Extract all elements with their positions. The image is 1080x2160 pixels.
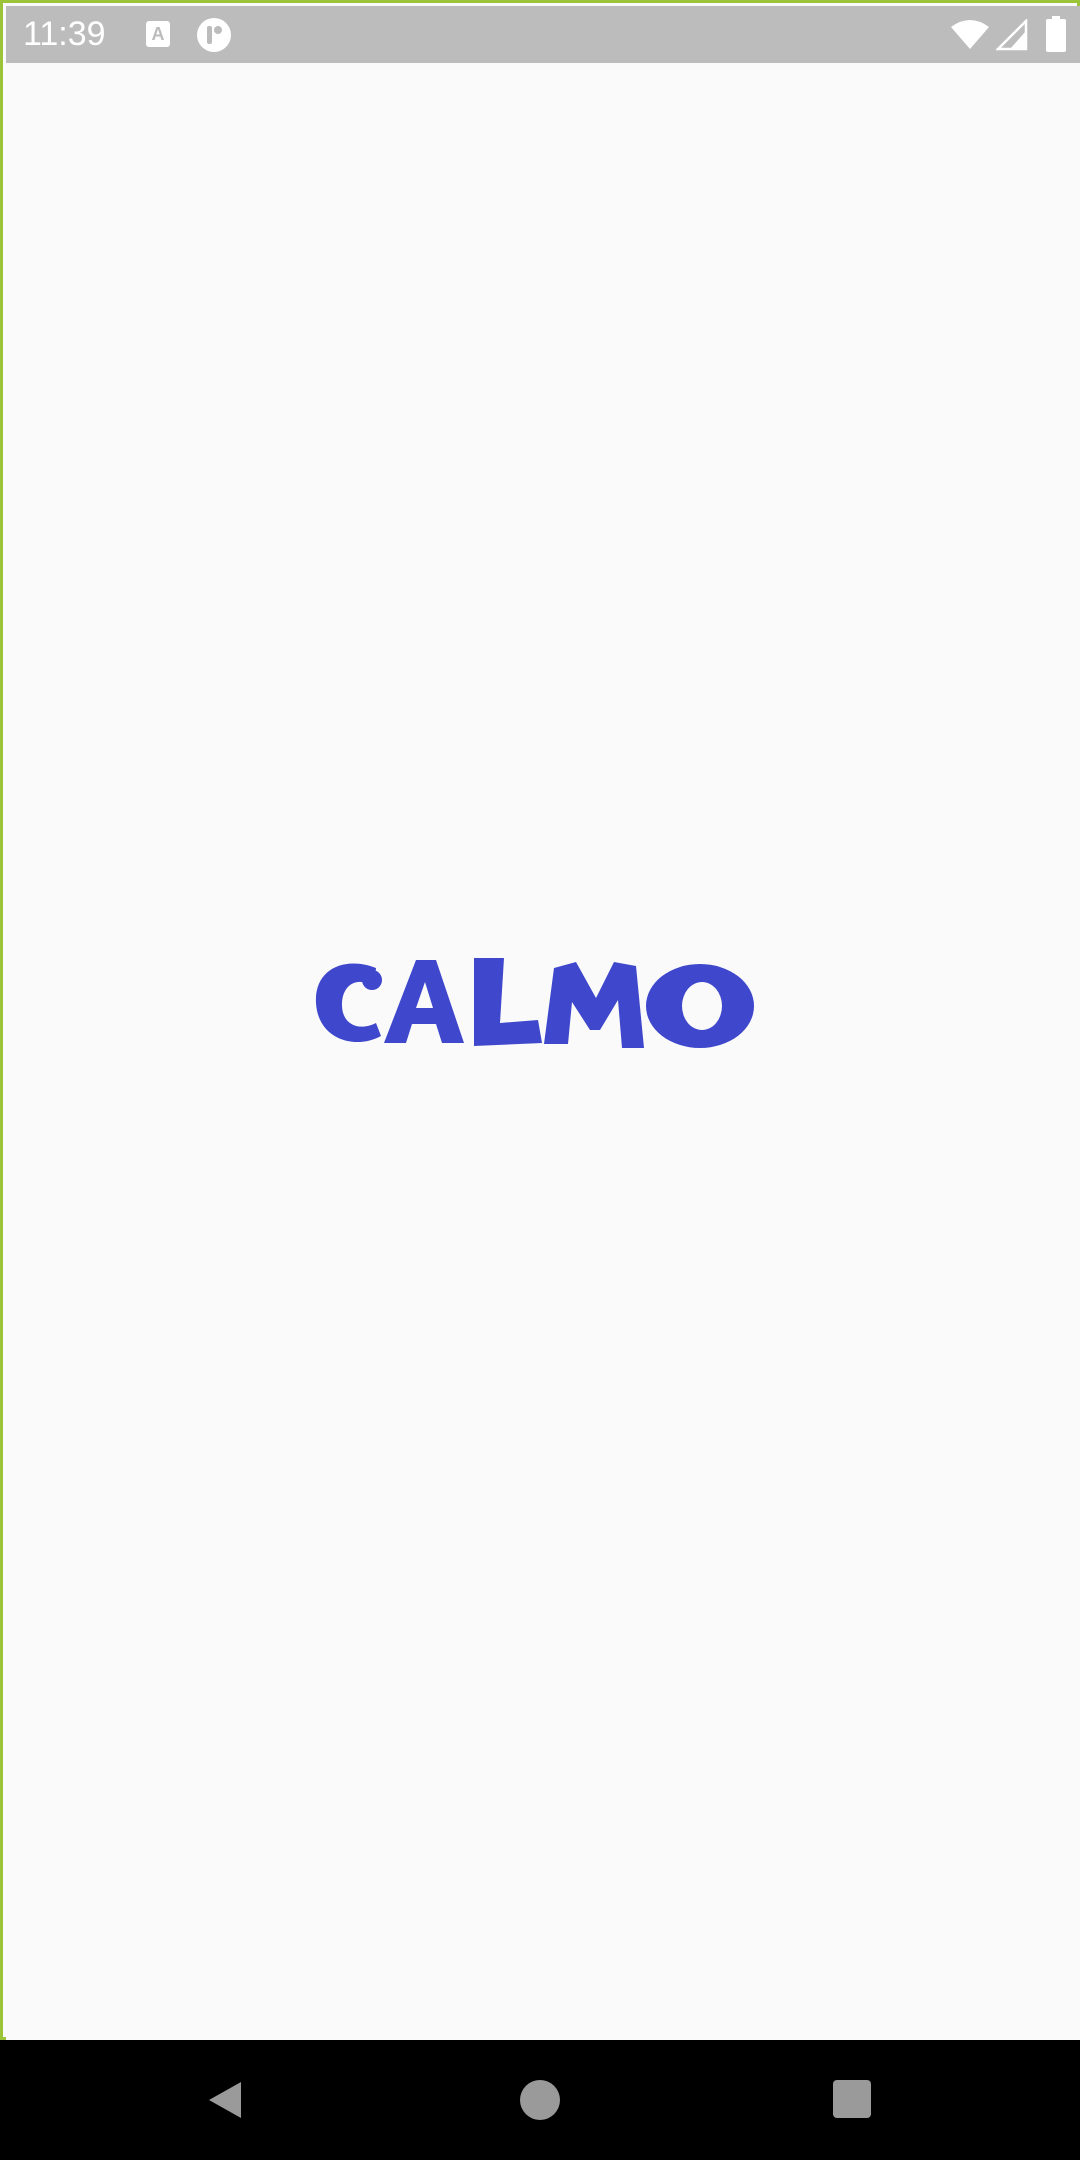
text-a-icon: A (146, 21, 170, 47)
cell-signal-icon (994, 17, 1028, 51)
status-time: 11:39 (23, 15, 106, 53)
calmo-logo (306, 948, 766, 1058)
recents-icon[interactable] (833, 2080, 871, 2118)
back-icon[interactable] (203, 2078, 247, 2122)
app-window: 11:39 A (0, 0, 1080, 2040)
calmo-logo-graphic (315, 958, 754, 1048)
status-bar: 11:39 A (6, 6, 1080, 63)
wifi-icon (950, 19, 990, 51)
device-screen: 11:39 A (0, 0, 1080, 2160)
app-notification-icon (196, 17, 232, 53)
splash-screen (6, 63, 1080, 2040)
home-icon[interactable] (520, 2080, 560, 2120)
navigation-bar (0, 2040, 1080, 2160)
battery-icon (1046, 16, 1066, 52)
